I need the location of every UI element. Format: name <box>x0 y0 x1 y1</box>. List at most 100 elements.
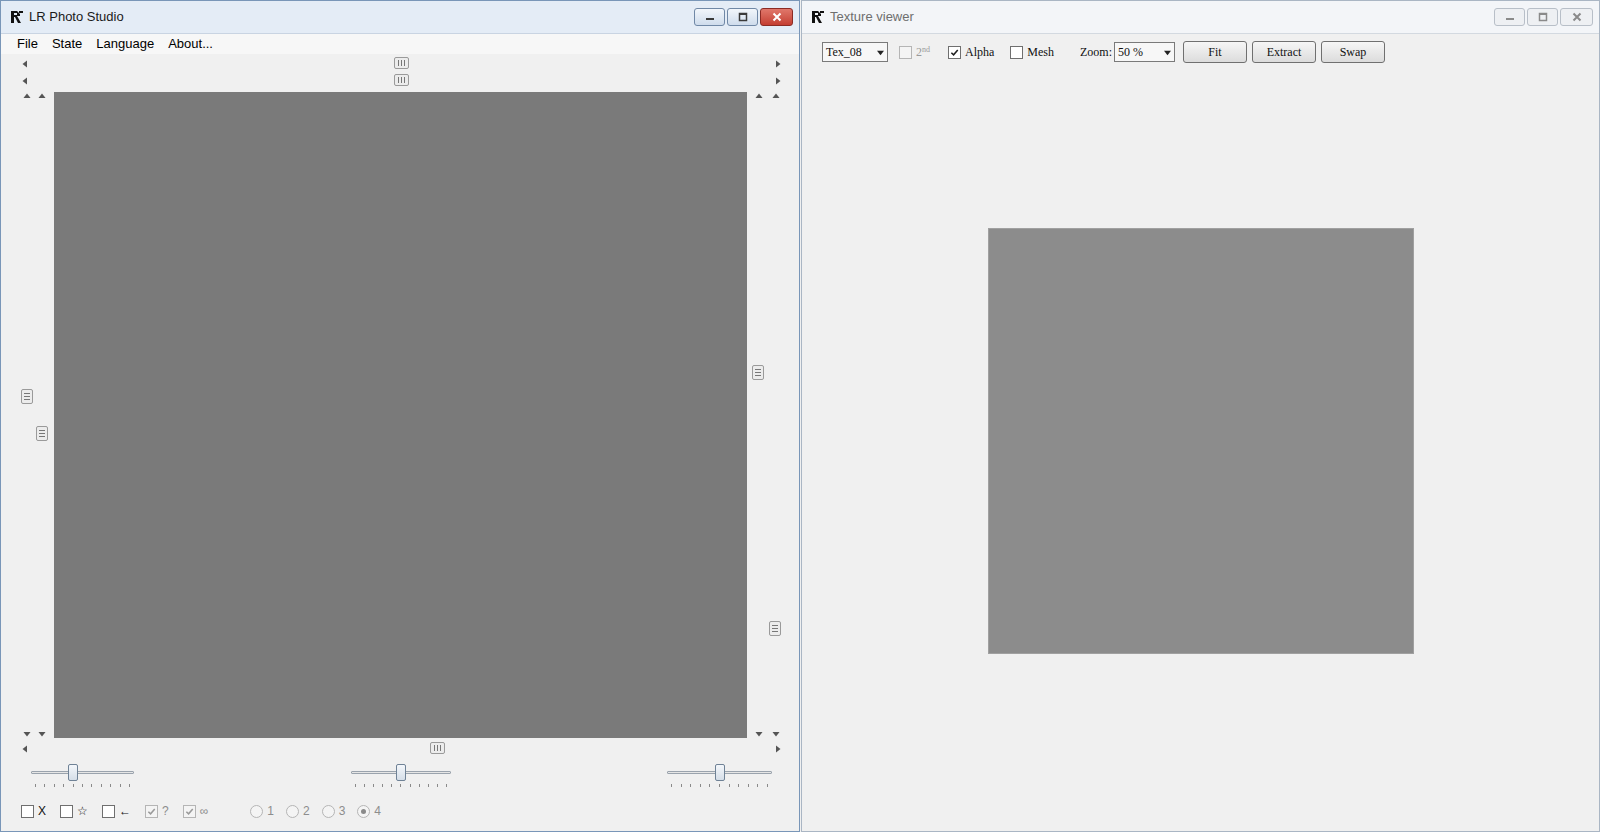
checkbox[interactable] <box>1010 46 1023 59</box>
check-icon <box>185 807 194 816</box>
scrollbar-track[interactable] <box>752 102 765 728</box>
slider-thumb[interactable] <box>68 764 78 781</box>
slider-ticks <box>35 784 130 787</box>
tick <box>101 784 102 787</box>
arrow-right-icon <box>774 745 782 753</box>
maximize-button[interactable] <box>1527 8 1558 26</box>
checkbox-option[interactable]: ∞ <box>183 804 209 818</box>
checkbox-option[interactable]: ← <box>102 804 131 818</box>
scrollbar-thumb[interactable] <box>394 74 409 86</box>
checkbox[interactable] <box>21 805 34 818</box>
slider-thumb[interactable] <box>396 764 406 781</box>
radio[interactable] <box>322 805 335 818</box>
app-icon <box>9 9 25 25</box>
menu-item[interactable]: About... <box>161 35 220 53</box>
toolbar-button[interactable]: Fit <box>1183 41 1247 63</box>
radio[interactable] <box>357 805 370 818</box>
toolbar-button[interactable]: Extract <box>1252 41 1316 63</box>
vertical-scrollbar[interactable] <box>36 92 49 738</box>
scrollbar-thumb[interactable] <box>36 426 48 441</box>
scrollbar-body <box>21 74 782 87</box>
grip-line <box>404 77 405 83</box>
scrollbar-track[interactable] <box>36 102 49 728</box>
tick <box>44 784 45 787</box>
checkbox[interactable] <box>183 805 196 818</box>
checkbox[interactable] <box>948 46 961 59</box>
option-label: ∞ <box>200 804 209 818</box>
scrollbar-track[interactable] <box>31 74 772 87</box>
mesh-option[interactable]: Mesh <box>1010 43 1054 61</box>
radio-option[interactable]: 2 <box>286 804 310 818</box>
slider[interactable] <box>351 764 451 792</box>
checkbox[interactable] <box>60 805 73 818</box>
close-button[interactable] <box>760 8 793 26</box>
zoom-dropdown[interactable]: 50 % <box>1114 42 1175 62</box>
radio[interactable] <box>250 805 263 818</box>
slider-thumb[interactable] <box>715 764 725 781</box>
slider[interactable] <box>667 764 772 792</box>
checkbox[interactable] <box>899 46 912 59</box>
menu-item[interactable]: File <box>10 35 45 53</box>
scrollbar-thumb[interactable] <box>752 365 764 380</box>
grip-line <box>398 77 399 83</box>
menu-item[interactable]: State <box>45 35 89 53</box>
scrollbar-thumb[interactable] <box>769 621 781 636</box>
slider-ticks <box>671 784 768 787</box>
minimize-button[interactable] <box>1494 8 1525 26</box>
scrollbar-thumb[interactable] <box>394 57 409 69</box>
alpha-option[interactable]: Alpha <box>948 43 994 61</box>
tick <box>428 784 429 787</box>
toolbar-button[interactable]: Swap <box>1321 41 1385 63</box>
grip-line <box>39 433 45 434</box>
scrollbar-track[interactable] <box>31 57 772 70</box>
label-text: 2 <box>916 45 922 59</box>
scrollbar-thumb[interactable] <box>21 389 33 404</box>
vertical-scrollbar[interactable] <box>769 92 782 738</box>
close-button[interactable] <box>1560 8 1593 26</box>
texture-value: Tex_08 <box>826 43 862 61</box>
scrollbar-track[interactable] <box>31 742 772 755</box>
checkbox-option[interactable]: ☆ <box>60 804 88 818</box>
minimize-button[interactable] <box>694 8 725 26</box>
grip-line <box>404 60 405 66</box>
checkbox-option[interactable]: X <box>21 804 46 818</box>
radio-option[interactable]: 3 <box>322 804 346 818</box>
dropdown-arrow-icon <box>1164 49 1171 56</box>
radio[interactable] <box>286 805 299 818</box>
vertical-scrollbar[interactable] <box>21 92 34 738</box>
tick <box>91 784 92 787</box>
checkbox-option[interactable]: ? <box>145 804 169 818</box>
menu-bar: FileStateLanguageAbout... <box>1 34 799 54</box>
dropdown-arrow-icon <box>877 49 884 56</box>
second-option[interactable]: 2nd <box>899 43 930 61</box>
slider[interactable] <box>31 764 134 792</box>
scrollbar-track[interactable] <box>769 102 782 728</box>
render-viewport[interactable] <box>54 92 747 738</box>
menu-item[interactable]: Language <box>89 35 161 53</box>
scrollbar-track[interactable] <box>21 102 34 728</box>
grip-line <box>772 631 778 632</box>
scrollbar-thumb[interactable] <box>430 742 445 754</box>
maximize-icon <box>738 12 748 22</box>
checkbox[interactable] <box>102 805 115 818</box>
grip-line <box>755 375 761 376</box>
horizontal-scrollbar[interactable] <box>21 74 782 87</box>
horizontal-scrollbar[interactable] <box>21 742 782 755</box>
title-bar: Texture viewer <box>802 1 1599 34</box>
workspace: X ☆ ←? ∞ 1234 <box>1 54 799 831</box>
label-text: Mesh <box>1027 45 1054 59</box>
option-label: 1 <box>267 804 274 818</box>
horizontal-scrollbar[interactable] <box>21 57 782 70</box>
maximize-button[interactable] <box>727 8 758 26</box>
slider-track <box>31 771 134 774</box>
grip-line <box>398 60 399 66</box>
radio-option[interactable]: 1 <box>250 804 274 818</box>
texture-dropdown[interactable]: Tex_08 <box>822 42 888 62</box>
checkbox[interactable] <box>145 805 158 818</box>
grip-line <box>440 745 441 751</box>
action-buttons: FitExtractSwap <box>1183 41 1385 63</box>
tick <box>35 784 36 787</box>
vertical-scrollbar[interactable] <box>752 92 765 738</box>
radio-option[interactable]: 4 <box>357 804 381 818</box>
option-label: X <box>38 804 46 818</box>
